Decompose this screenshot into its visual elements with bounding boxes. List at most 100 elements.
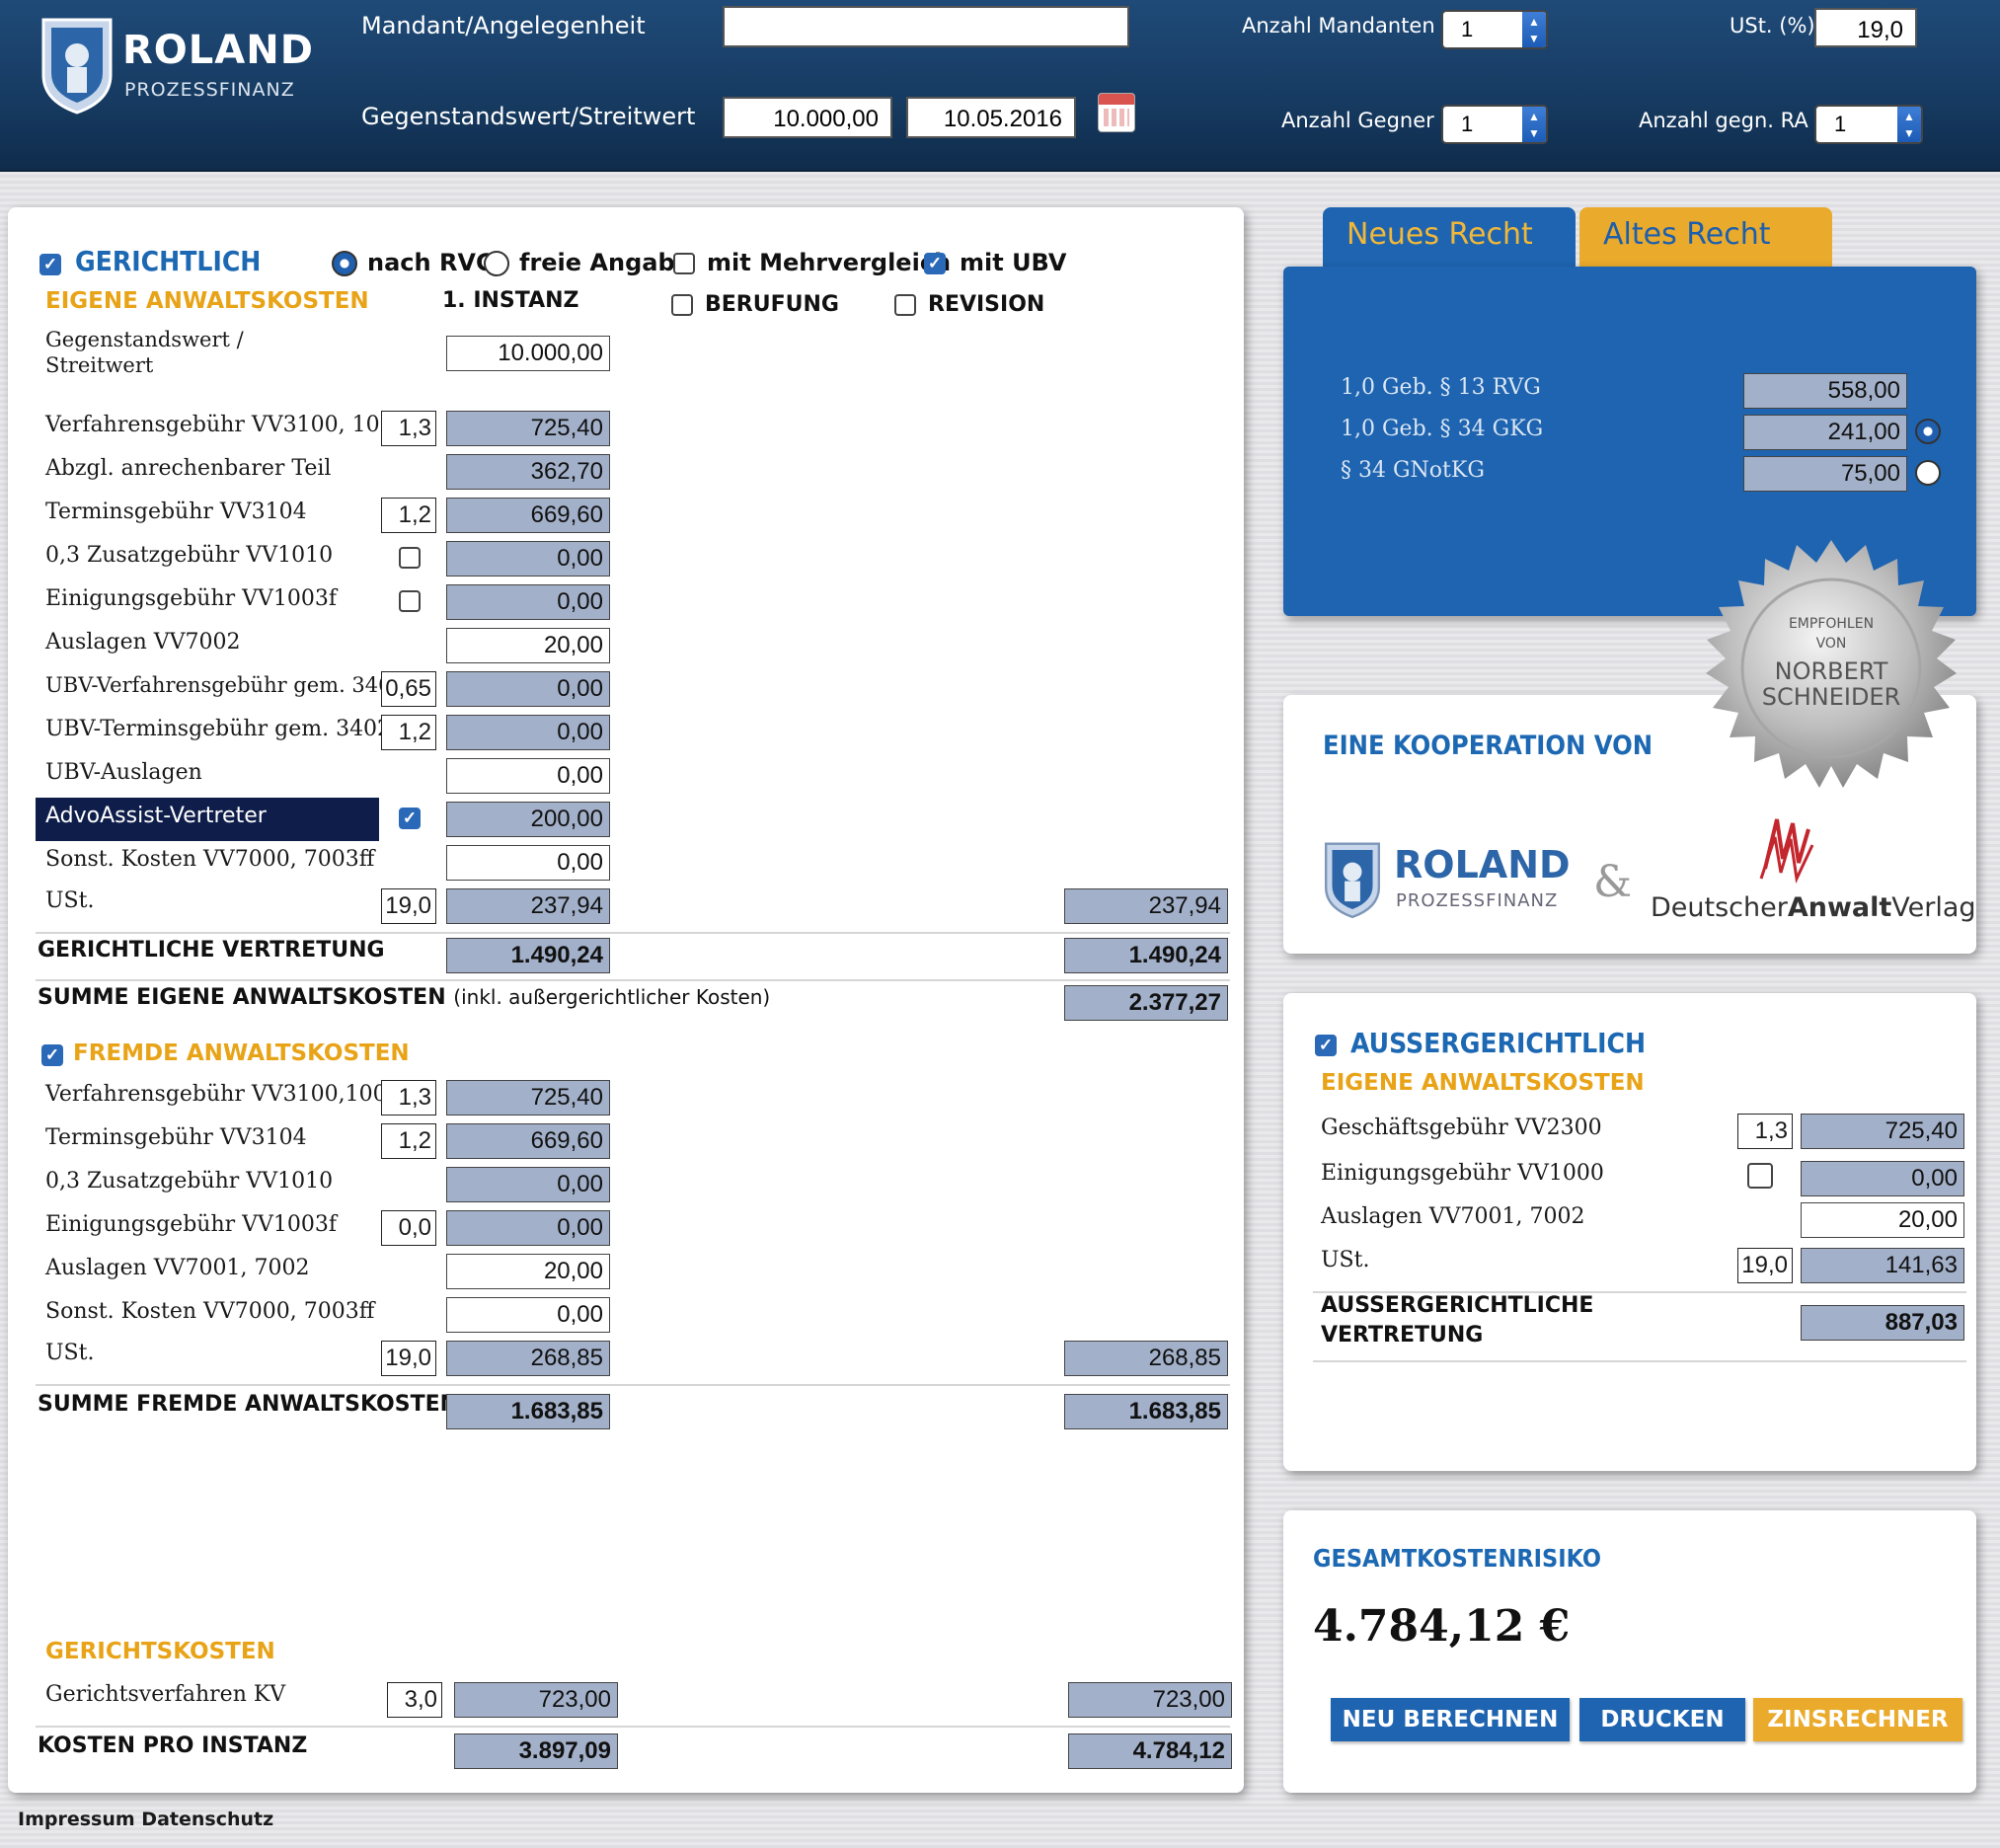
row-value: 669,60 [446,1123,610,1159]
row-label: Einigungsgebühr VV1003f [45,586,338,611]
row-value: 669,60 [446,498,610,533]
tab-altes-recht[interactable]: Altes Recht [1579,207,1832,269]
drucken-button[interactable]: DRUCKEN [1579,1698,1745,1741]
gerichtlich-panel: ✓ GERICHTLICH nach RVG freie Angabe mit … [8,207,1244,1793]
factor-input[interactable]: 19,0 [1737,1248,1793,1283]
aussen-vertretung-2: VERTRETUNG [1321,1323,1484,1348]
factor-input[interactable]: 0,0 [381,1210,436,1246]
factor-input[interactable]: 1,3 [381,411,436,446]
aussergerichtlich-checkbox[interactable]: ✓ [1315,1035,1337,1056]
recht-label: 1,0 Geb. § 13 RVG [1341,375,1541,400]
row-value[interactable]: 20,00 [1801,1202,1964,1238]
factor-input[interactable]: 1,2 [381,715,436,750]
gk-factor[interactable]: 3,0 [387,1682,442,1718]
summe-note: (inkl. außergerichtlicher Kosten) [453,985,771,1009]
recht-value: 241,00 [1743,415,1907,450]
row-label: Geschäftsgebühr VV2300 [1321,1116,1602,1140]
date-input[interactable]: 10.05.2016 [906,97,1076,138]
ubv-checkbox[interactable]: ✓ [924,253,946,274]
gnotkg-radio[interactable] [1915,460,1941,486]
row-value: 0,00 [446,1210,610,1246]
vertretung-label: GERICHTLICHE VERTRETUNG [38,938,385,962]
aussen-vertretung-value: 887,03 [1801,1305,1964,1341]
rvg-radio[interactable] [332,251,357,276]
logo-sub: PROZESSFINANZ [124,79,295,101]
anzahl-mandanten-label: Anzahl Mandanten [1242,14,1435,38]
row-value[interactable]: 0,00 [446,758,610,794]
summe-label: SUMME EIGENE ANWALTSKOSTEN (inkl. außerg… [38,985,770,1010]
ust-label: USt. (%) [1730,14,1815,38]
factor-input[interactable]: 1,2 [381,498,436,533]
factor-input[interactable]: 19,0 [381,888,436,924]
impressum-link[interactable]: Impressum [18,1809,135,1830]
dav-name-3: Verlag [1891,892,1976,923]
dav-name: DeutscherAnwaltVerlag [1651,892,1976,923]
row-label: UBV-Auslagen [45,760,202,785]
gesamt-panel: GESAMTKOSTENRISIKO 4.784,12 € NEU BERECH… [1283,1510,1976,1793]
anzahl-mandanten-select[interactable]: 1 ▲ ▼ [1441,10,1548,49]
row-value: 0,00 [1801,1161,1964,1196]
row-value[interactable]: 0,00 [446,845,610,881]
aussen-eigene-title: EIGENE ANWALTSKOSTEN [1321,1070,1645,1096]
kpi-value: 3.897,09 [454,1733,618,1769]
row-value[interactable]: 20,00 [446,628,610,663]
gegenstand-label-2: Streitwert [45,353,154,377]
row-value: 141,63 [1801,1248,1964,1283]
gegenstand-value[interactable]: 10.000,00 [446,336,610,371]
mehrvergleich-checkbox[interactable] [673,253,695,274]
row-label: Auslagen VV7002 [45,630,241,654]
datenschutz-link[interactable]: Datenschutz [141,1809,273,1830]
tab-neues-recht[interactable]: Neues Recht [1323,207,1576,269]
einigung-checkbox[interactable] [399,590,421,612]
row-label: Verfahrensgebühr VV3100, 1008 [45,413,408,437]
stepper-arrows-icon: ▲ ▼ [1897,107,1921,142]
factor-input[interactable]: 19,0 [381,1341,436,1376]
gesamt-title: GESAMTKOSTENRISIKO [1313,1544,1601,1573]
ust-input[interactable]: 19,0 [1814,8,1917,47]
frei-label: freie Angabe [519,249,691,276]
dav-name-2: Anwalt [1787,892,1892,923]
stepper-arrows-icon: ▲ ▼ [1522,107,1546,142]
row-value[interactable]: 0,00 [446,1297,610,1333]
row-value[interactable]: 20,00 [446,1254,610,1289]
gegenstand-label-1: Gegenstandswert / [45,328,244,351]
empfehlung-seal: EMPFOHLEN VON NORBERT SCHNEIDER [1698,535,1964,802]
row-label: AdvoAssist-Vertreter [45,804,267,828]
frei-radio[interactable] [484,251,509,276]
summe-value: 2.377,27 [1064,985,1228,1021]
gesamt-value: 4.784,12 € [1313,1601,1571,1652]
fremde-checkbox[interactable]: ✓ [41,1044,63,1066]
zusatz-checkbox[interactable] [399,547,421,569]
factor-input[interactable]: 1,3 [381,1080,436,1116]
gegenstand-label: Gegenstandswert/Streitwert [361,103,696,130]
divider [36,932,1230,934]
calendar-icon[interactable] [1098,93,1135,132]
gkg-radio[interactable] [1915,419,1941,444]
row-label: UBV-Terminsgebühr gem. 3402 [45,717,392,741]
seal-text-1: EMPFOHLEN [1788,616,1875,632]
row-total: 237,94 [1064,888,1228,924]
anzahl-gegner-select[interactable]: 1 ▲ ▼ [1441,105,1548,144]
factor-input[interactable]: 0,65 [381,671,436,707]
neu-berechnen-button[interactable]: NEU BERECHNEN [1331,1698,1570,1741]
revision-checkbox[interactable] [894,294,916,316]
berufung-checkbox[interactable] [671,294,693,316]
anzahl-mandanten-value: 1 [1461,17,1474,41]
berufung-label: BERUFUNG [705,292,839,317]
gegenstand-input[interactable]: 10.000,00 [723,97,892,138]
header-bar: ROLAND PROZESSFINANZ Mandant/Angelegenhe… [0,0,2000,172]
koop-roland-name: ROLAND [1394,843,1571,886]
anzahl-ra-select[interactable]: 1 ▲ ▼ [1814,105,1923,144]
zinsrechner-button[interactable]: ZINSRECHNER [1753,1698,1962,1741]
stepper-arrows-icon: ▲ ▼ [1522,12,1546,47]
row-value: 200,00 [446,802,610,837]
mandant-input[interactable] [723,6,1129,47]
row-value: 237,94 [446,888,610,924]
einigung-checkbox[interactable] [1747,1163,1773,1189]
aussergerichtlich-title: AUSSERGERICHTLICH [1350,1027,1647,1059]
factor-input[interactable]: 1,3 [1737,1114,1793,1149]
row-label: Auslagen VV7001, 7002 [45,1256,310,1280]
gerichtlich-checkbox[interactable]: ✓ [39,254,61,275]
factor-input[interactable]: 1,2 [381,1123,436,1159]
advoassist-checkbox[interactable]: ✓ [399,808,421,829]
